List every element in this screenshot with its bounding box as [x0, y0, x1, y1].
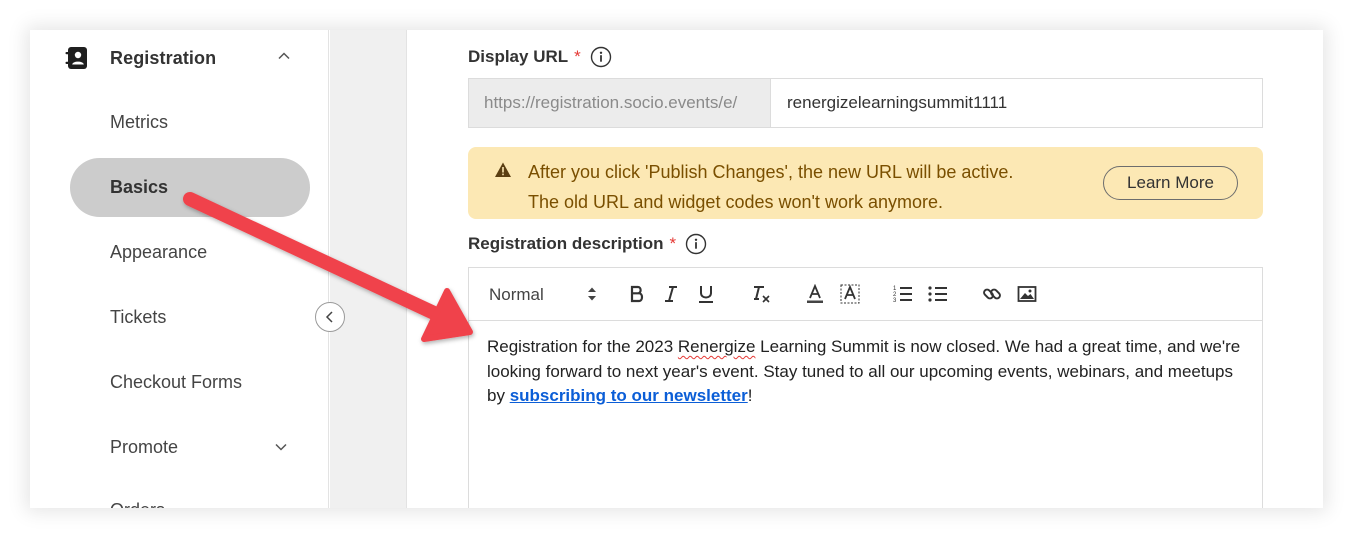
ordered-list-icon: 123	[893, 286, 912, 303]
ordered-list-button[interactable]: 123	[893, 283, 913, 305]
up-down-icon	[588, 287, 596, 301]
registration-description-label: Registration description *	[468, 233, 707, 255]
bullet-list-icon	[928, 286, 947, 302]
warning-icon	[495, 162, 511, 177]
misspelled-word: Renergize	[677, 337, 756, 356]
sidebar-item-checkout-forms[interactable]: Checkout Forms	[110, 372, 242, 393]
display-url-field: https://registration.socio.events/e/	[468, 78, 1263, 128]
sidebar-section-label: Registration	[110, 47, 217, 68]
url-change-alert: After you click 'Publish Changes', the n…	[468, 147, 1263, 219]
bold-button[interactable]	[627, 283, 647, 305]
underline-icon	[699, 286, 713, 303]
image-icon	[1017, 286, 1037, 302]
gutter	[330, 30, 407, 508]
collapse-sidebar-button[interactable]	[315, 302, 345, 332]
sidebar-item-promote[interactable]: Promote	[110, 437, 178, 458]
clear-format-button[interactable]	[751, 283, 771, 305]
chevron-down-icon[interactable]	[274, 440, 288, 454]
bold-icon	[630, 285, 644, 303]
bullet-list-button[interactable]	[928, 283, 948, 305]
required-mark: *	[669, 234, 677, 253]
text-color-button[interactable]	[805, 283, 825, 305]
url-prefix: https://registration.socio.events/e/	[469, 79, 771, 127]
svg-text:3: 3	[893, 298, 897, 303]
main-content: Display URL * https://registration.socio…	[408, 30, 1323, 508]
required-mark: *	[574, 47, 581, 66]
format-select[interactable]: Normal	[489, 285, 597, 305]
sidebar-item-tickets[interactable]: Tickets	[110, 307, 166, 328]
sidebar-item-basics[interactable]: Basics	[70, 158, 310, 217]
sidebar-item-orders[interactable]: Orders	[110, 500, 165, 508]
newsletter-link[interactable]: subscribing to our newsletter	[510, 386, 748, 405]
info-icon[interactable]	[590, 46, 612, 68]
app-frame: Registration Metrics Basics Appearance T…	[30, 30, 1323, 508]
image-button[interactable]	[1017, 283, 1037, 305]
link-button[interactable]	[982, 283, 1002, 305]
underline-button[interactable]	[696, 283, 716, 305]
sidebar-section-registration[interactable]: Registration	[65, 45, 295, 71]
editor-toolbar: Normal 1 2 3	[469, 268, 1262, 321]
chevron-up-icon[interactable]	[277, 49, 291, 63]
sidebar: Registration Metrics Basics Appearance T…	[30, 30, 329, 508]
sidebar-item-label: Basics	[110, 177, 169, 197]
info-icon[interactable]	[685, 233, 707, 255]
alert-message: After you click 'Publish Changes', the n…	[528, 162, 1014, 212]
background-color-icon	[840, 284, 860, 304]
display-url-input[interactable]	[771, 79, 1262, 127]
address-book-icon	[65, 47, 87, 69]
sidebar-item-appearance[interactable]: Appearance	[110, 242, 207, 263]
editor-content[interactable]: Registration for the 2023 Renergize Lear…	[487, 335, 1247, 409]
italic-icon	[665, 286, 677, 302]
sidebar-item-metrics[interactable]: Metrics	[110, 112, 168, 133]
text-color-icon	[807, 284, 823, 303]
background-color-button[interactable]	[840, 283, 860, 305]
chevron-left-icon	[325, 311, 333, 323]
learn-more-button[interactable]: Learn More	[1103, 166, 1238, 200]
display-url-label: Display URL *	[468, 46, 612, 68]
rich-text-editor: Normal 1 2 3 Registration for the 2023 R…	[468, 267, 1263, 508]
clear-format-icon	[754, 286, 770, 303]
link-icon	[983, 288, 1001, 300]
italic-button[interactable]	[661, 283, 681, 305]
